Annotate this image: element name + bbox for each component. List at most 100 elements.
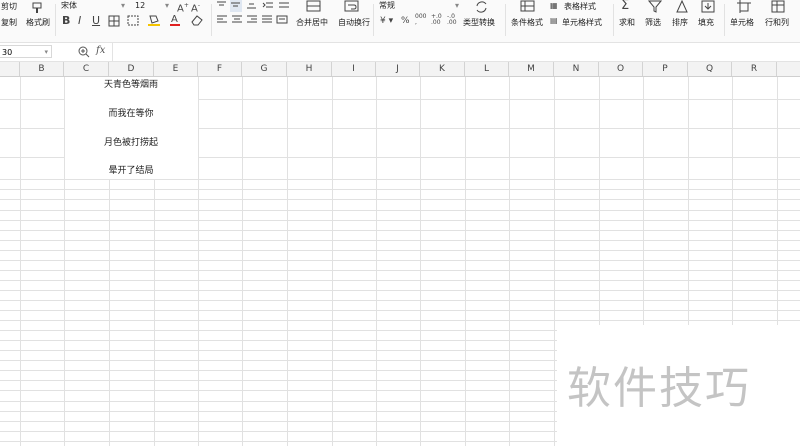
- number-format-value: 常规: [379, 1, 395, 10]
- type-convert-button[interactable]: 类型转换: [463, 17, 495, 28]
- fill-button[interactable]: 填充: [698, 17, 714, 28]
- currency-icon[interactable]: ¥ ▾: [380, 15, 393, 27]
- cell-d4[interactable]: 晕开了结局: [86, 163, 176, 176]
- cell-d3[interactable]: 月色被打捞起: [86, 135, 176, 148]
- grid-row-line: [0, 179, 800, 180]
- grid-row-line: [0, 250, 800, 251]
- grid-row-line: [0, 210, 800, 211]
- justify-icon[interactable]: [261, 15, 273, 28]
- watermark-text: 软件技巧: [567, 363, 751, 414]
- column-header-s[interactable]: [777, 62, 800, 76]
- column-header[interactable]: P: [643, 62, 688, 76]
- chevron-down-icon: ▾: [454, 1, 459, 10]
- number-format-select[interactable]: 常规 ▾: [378, 0, 462, 12]
- copy-button[interactable]: 复制: [1, 17, 17, 28]
- column-header[interactable]: M: [509, 62, 554, 76]
- zoom-icon[interactable]: [78, 46, 90, 61]
- orientation-icon[interactable]: [278, 0, 290, 12]
- align-middle-icon[interactable]: [230, 0, 242, 12]
- column-header[interactable]: I: [332, 62, 376, 76]
- format-painter-button[interactable]: 格式刷: [26, 17, 50, 28]
- column-header[interactable]: R: [732, 62, 777, 76]
- column-header[interactable]: K: [420, 62, 465, 76]
- fill-color-icon[interactable]: [147, 14, 163, 30]
- italic-icon[interactable]: I: [78, 15, 81, 27]
- filter-icon: [647, 0, 663, 16]
- bold-icon[interactable]: B: [62, 15, 70, 27]
- table-style-button[interactable]: 表格样式: [564, 1, 596, 12]
- column-header[interactable]: D: [109, 62, 154, 76]
- cell-shading-icon[interactable]: [127, 15, 143, 30]
- table-style-icon: ▦: [550, 1, 558, 10]
- sum-button[interactable]: 求和: [619, 17, 635, 28]
- clear-format-icon[interactable]: [190, 14, 206, 29]
- grid-row-line: [0, 199, 800, 200]
- grid-row-line: [0, 320, 800, 321]
- conditional-format-icon: [520, 0, 536, 15]
- sort-button[interactable]: 排序: [672, 17, 688, 28]
- decrease-decimal-icon[interactable]: -.0.00: [447, 14, 457, 26]
- function-icon[interactable]: fx: [96, 45, 105, 57]
- sum-icon: Σ: [621, 0, 630, 13]
- svg-text:A: A: [171, 14, 178, 25]
- row-col-button[interactable]: 行和列: [765, 17, 789, 28]
- column-header-a[interactable]: [0, 62, 20, 76]
- grid-row-line: [0, 270, 800, 271]
- cell-d2[interactable]: 而我在等你: [86, 106, 176, 119]
- font-name-select[interactable]: 宋体 ▾: [60, 0, 128, 12]
- cell-icon: [737, 0, 751, 16]
- column-header[interactable]: B: [20, 62, 64, 76]
- align-right-icon[interactable]: [246, 15, 258, 28]
- percent-icon[interactable]: %: [401, 15, 410, 27]
- filter-button[interactable]: 筛选: [645, 17, 661, 28]
- thousands-separator-icon[interactable]: 000,: [415, 14, 426, 26]
- align-center-icon[interactable]: [231, 15, 243, 28]
- merge-center-button[interactable]: 合并居中: [296, 17, 328, 28]
- column-header[interactable]: E: [154, 62, 198, 76]
- column-header-row: B C D E F G H I J K L M N O P Q R: [0, 62, 800, 77]
- font-size-value: 12: [135, 1, 146, 10]
- font-color-icon[interactable]: A: [169, 13, 185, 30]
- wrap-text-button[interactable]: 自动换行: [338, 17, 370, 28]
- grid-row-line: [0, 310, 800, 311]
- column-header[interactable]: Q: [688, 62, 732, 76]
- chevron-down-icon: ▾: [120, 1, 125, 10]
- formula-input[interactable]: [112, 43, 800, 61]
- cut-button[interactable]: 剪切: [1, 1, 17, 12]
- column-header[interactable]: F: [198, 62, 242, 76]
- column-header[interactable]: C: [64, 62, 109, 76]
- sort-icon: [675, 0, 689, 16]
- font-size-select[interactable]: 12 ▾: [134, 0, 172, 12]
- increase-decimal-icon[interactable]: +.0.00: [431, 14, 442, 26]
- wrap-text-icon: [344, 0, 360, 15]
- grid-row-line: [0, 300, 800, 301]
- name-box-value: 30: [2, 48, 13, 57]
- column-header[interactable]: H: [287, 62, 332, 76]
- column-header[interactable]: G: [242, 62, 287, 76]
- grid-row-line: [0, 99, 65, 100]
- grid-row-line: [0, 240, 800, 241]
- name-box[interactable]: 30 ▾: [0, 45, 52, 58]
- column-header[interactable]: O: [599, 62, 643, 76]
- cell-button[interactable]: 单元格: [730, 17, 754, 28]
- column-header[interactable]: L: [465, 62, 509, 76]
- grid-row-line: [0, 260, 800, 261]
- distributed-icon[interactable]: [276, 15, 288, 28]
- column-header[interactable]: N: [554, 62, 599, 76]
- grid-row-line: [0, 280, 800, 281]
- align-bottom-icon[interactable]: [246, 0, 258, 12]
- cell-style-button[interactable]: 单元格样式: [562, 17, 602, 28]
- formula-bar: 30 ▾ fx: [0, 43, 800, 62]
- align-top-icon[interactable]: [216, 0, 228, 12]
- cell-d1[interactable]: 天青色等烟雨: [86, 77, 176, 90]
- indent-icon[interactable]: [262, 0, 274, 12]
- underline-icon[interactable]: U: [92, 15, 100, 27]
- conditional-format-button[interactable]: 条件格式: [511, 17, 543, 28]
- border-icon[interactable]: [108, 15, 124, 30]
- align-left-icon[interactable]: [216, 15, 228, 28]
- column-header[interactable]: J: [376, 62, 420, 76]
- grid-row-line: [0, 189, 800, 190]
- type-convert-icon: [474, 0, 490, 17]
- chevron-down-icon: ▾: [44, 48, 48, 56]
- fill-icon: [701, 0, 715, 16]
